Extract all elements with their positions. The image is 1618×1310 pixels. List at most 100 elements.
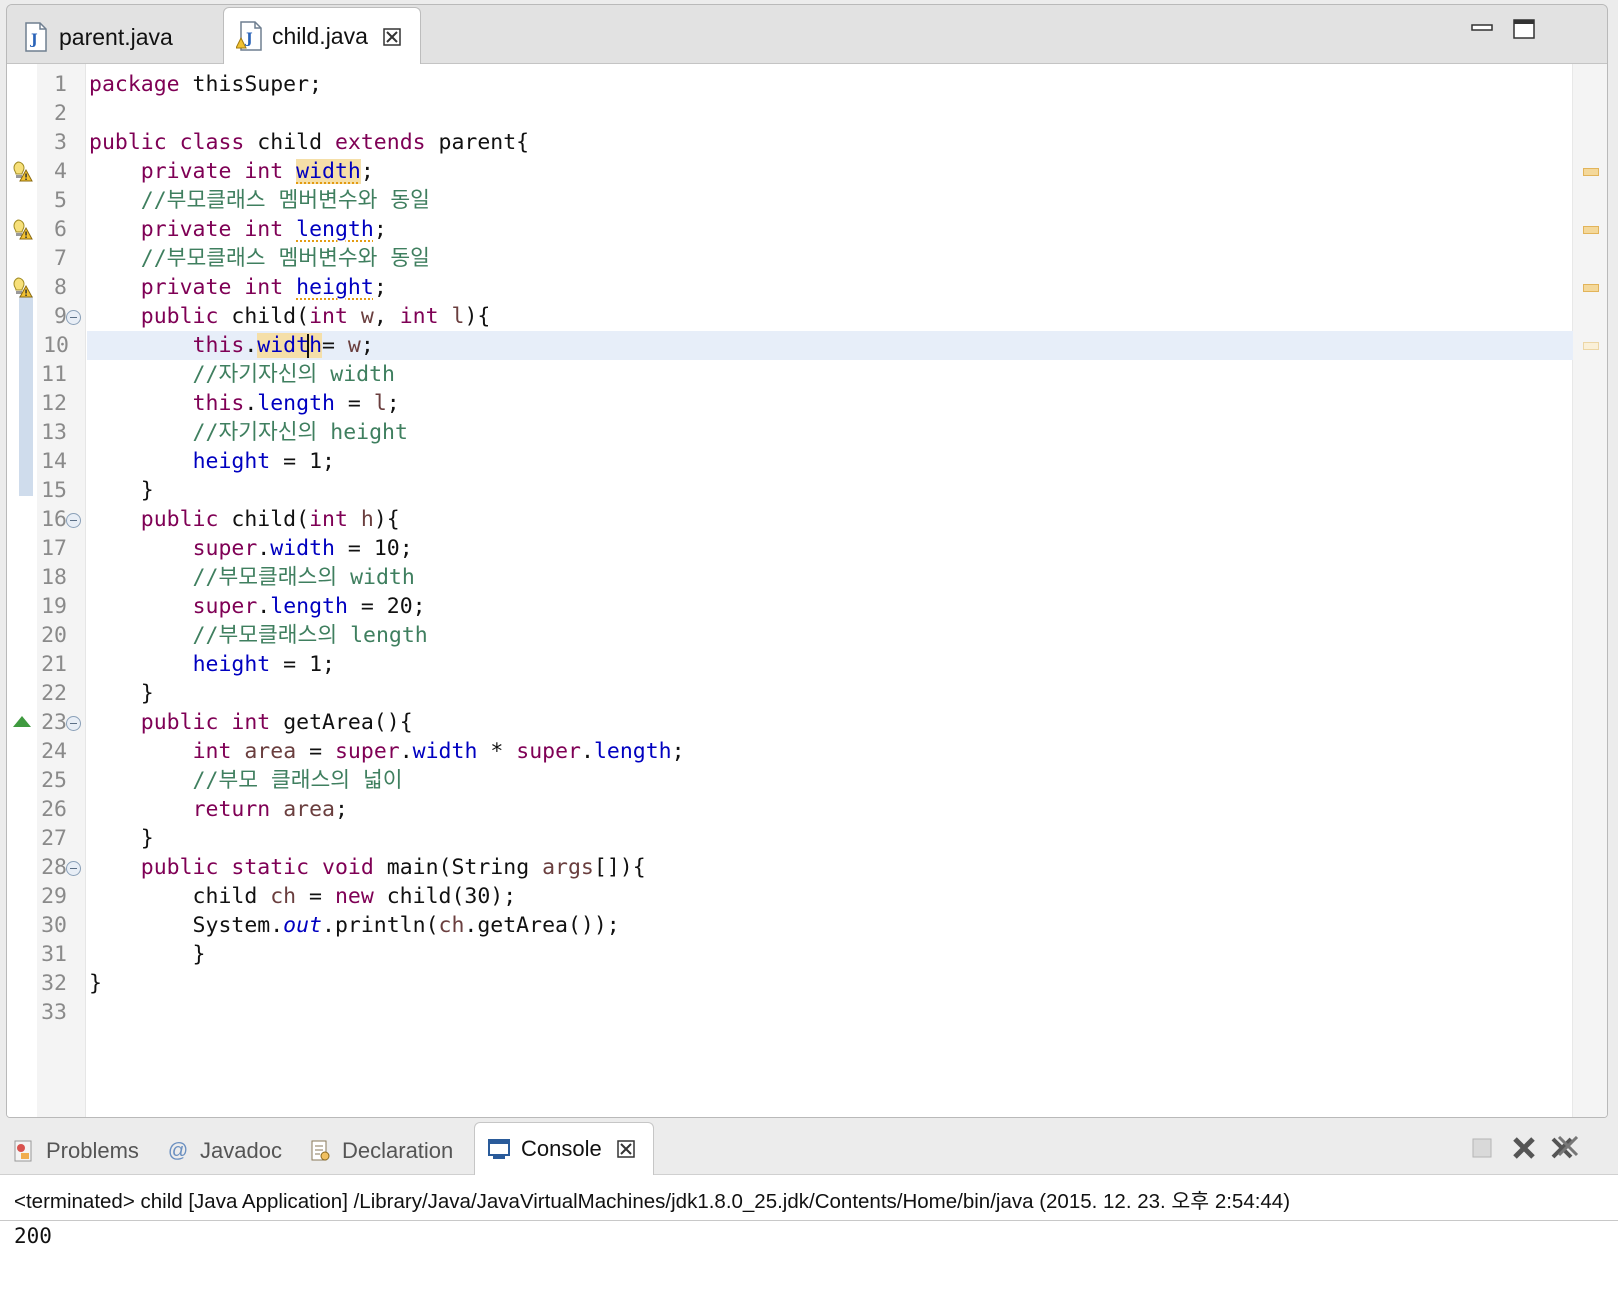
java-file-warning-icon: J [235, 21, 262, 51]
line-number: 15 [41, 478, 67, 503]
code-line[interactable]: 22 } [7, 679, 1573, 708]
code-text: } [89, 478, 154, 503]
code-line[interactable]: 30 System.out.println(ch.getArea()); [7, 911, 1573, 940]
code-line[interactable]: 28 public static void main(String args[]… [7, 853, 1573, 882]
code-line[interactable]: 19 super.length = 20; [7, 592, 1573, 621]
overview-warning-marker[interactable] [1583, 168, 1599, 176]
tab-label: child.java [272, 22, 368, 49]
code-line[interactable]: 20 //부모클래스의 length [7, 621, 1573, 650]
code-line[interactable]: 24 int area = super.width * super.length… [7, 737, 1573, 766]
line-number: 10 [43, 333, 69, 358]
code-line[interactable]: 11 //자기자신의 width [7, 360, 1573, 389]
line-number: 2 [54, 101, 67, 126]
overview-warning-marker[interactable] [1583, 226, 1599, 234]
code-text: this.length = l; [192, 391, 400, 416]
code-line[interactable]: 18 //부모클래스의 width [7, 563, 1573, 592]
overview-ruler [1572, 64, 1607, 1117]
tab-javadoc[interactable]: @ Javadoc [166, 1128, 282, 1174]
tab-label: parent.java [59, 23, 173, 50]
close-icon[interactable] [616, 1139, 636, 1159]
svg-text:J: J [244, 31, 253, 47]
remove-launch-icon[interactable] [1512, 1136, 1536, 1160]
code-text: package thisSuper; [89, 72, 322, 97]
line-number: 17 [41, 536, 67, 561]
problems-icon [12, 1139, 36, 1163]
code-line[interactable]: 13 //자기자신의 height [7, 418, 1573, 447]
console-launch-header: <terminated> child [Java Application] /L… [14, 1190, 1291, 1213]
maximize-icon[interactable] [1513, 19, 1535, 39]
code-line[interactable]: 2 [7, 99, 1573, 128]
code-editor[interactable]: 1 package thisSuper; 2 3 public class child … [7, 64, 1607, 1117]
code-line[interactable]: 17 super.width = 10; [7, 534, 1573, 563]
warning-quickfix-icon[interactable] [11, 276, 33, 298]
code-text: public static void main(String args[]){ [140, 855, 646, 880]
line-number: 5 [54, 188, 67, 213]
code-line[interactable]: 5 //부모클래스 멤버변수와 동일 [7, 186, 1573, 215]
line-number: 12 [41, 391, 67, 416]
code-text: } [89, 826, 154, 851]
java-file-icon: J [23, 22, 49, 52]
fold-toggle-icon[interactable] [66, 310, 81, 325]
code-text: } [89, 681, 154, 706]
code-line[interactable]: 3 public class child extends parent{ [7, 128, 1573, 157]
line-number: 9 [54, 304, 67, 329]
console-output[interactable]: 200 [14, 1224, 52, 1248]
warning-quickfix-icon[interactable] [11, 160, 33, 182]
minimize-icon[interactable] [1471, 19, 1493, 39]
tab-declaration[interactable]: Declaration [308, 1128, 453, 1174]
code-text: this.width= w; [192, 333, 374, 358]
tab-parent-java[interactable]: J parent.java [11, 11, 223, 63]
code-line[interactable]: 1 package thisSuper; [7, 70, 1573, 99]
bottom-panel: Problems @ Javadoc Declaration Console <… [0, 1120, 1618, 1310]
code-line[interactable]: 25 //부모 클래스의 넓이 [7, 766, 1573, 795]
code-line[interactable]: 8 private int height; [7, 273, 1573, 302]
code-line[interactable]: 9 public child(int w, int l){ [7, 302, 1573, 331]
overview-occurrence-marker[interactable] [1583, 342, 1599, 350]
fold-toggle-icon[interactable] [66, 513, 81, 528]
tab-label: Problems [46, 1138, 139, 1163]
code-text: private int height; [140, 275, 387, 300]
code-text: height = 1; [192, 652, 335, 677]
line-number: 11 [41, 362, 67, 387]
line-number: 16 [41, 507, 67, 532]
code-line[interactable]: 4 private int width; [7, 157, 1573, 186]
code-text: height = 1; [192, 449, 335, 474]
code-text: public int getArea(){ [140, 710, 413, 735]
line-number: 14 [41, 449, 67, 474]
override-indicator-icon[interactable] [13, 716, 31, 727]
code-line[interactable]: 15 } [7, 476, 1573, 505]
tab-child-java[interactable]: J child.java [223, 7, 421, 64]
line-number: 31 [41, 942, 67, 967]
tab-problems[interactable]: Problems [12, 1128, 139, 1174]
code-line[interactable]: 27 } [7, 824, 1573, 853]
editor-tab-bar: J parent.java J child.java [7, 5, 1607, 64]
code-line[interactable]: 10 this.width= w; [43, 331, 1573, 360]
code-line[interactable]: 12 this.length = l; [7, 389, 1573, 418]
code-line[interactable]: 31 } [7, 940, 1573, 969]
fold-toggle-icon[interactable] [66, 716, 81, 731]
code-text: public child(int h){ [140, 507, 400, 532]
code-line[interactable]: 26 return area; [7, 795, 1573, 824]
warning-quickfix-icon[interactable] [11, 218, 33, 240]
bottom-tab-bar: Problems @ Javadoc Declaration Console [0, 1120, 1618, 1175]
code-text: } [89, 942, 206, 967]
overview-warning-marker[interactable] [1583, 284, 1599, 292]
fold-toggle-icon[interactable] [66, 861, 81, 876]
code-line[interactable]: 23 public int getArea(){ [7, 708, 1573, 737]
code-line[interactable]: 21 height = 1; [7, 650, 1573, 679]
code-line[interactable]: 32} [7, 969, 1573, 998]
code-line[interactable]: 29 child ch = new child(30); [7, 882, 1573, 911]
code-line[interactable]: 14 height = 1; [7, 447, 1573, 476]
close-icon[interactable] [382, 26, 402, 46]
line-number: 7 [54, 246, 67, 271]
code-line[interactable]: 16 public child(int h){ [7, 505, 1573, 534]
code-line[interactable]: 33 [7, 998, 1573, 1027]
code-text: return area; [192, 797, 348, 822]
code-line[interactable]: 7 //부모클래스 멤버변수와 동일 [7, 244, 1573, 273]
code-text: //부모 클래스의 넓이 [89, 768, 403, 793]
terminate-icon[interactable] [1470, 1136, 1494, 1160]
tab-console[interactable]: Console [474, 1122, 654, 1175]
line-number: 19 [41, 594, 67, 619]
remove-all-launches-icon[interactable] [1550, 1135, 1580, 1160]
code-line[interactable]: 6 private int length; [7, 215, 1573, 244]
